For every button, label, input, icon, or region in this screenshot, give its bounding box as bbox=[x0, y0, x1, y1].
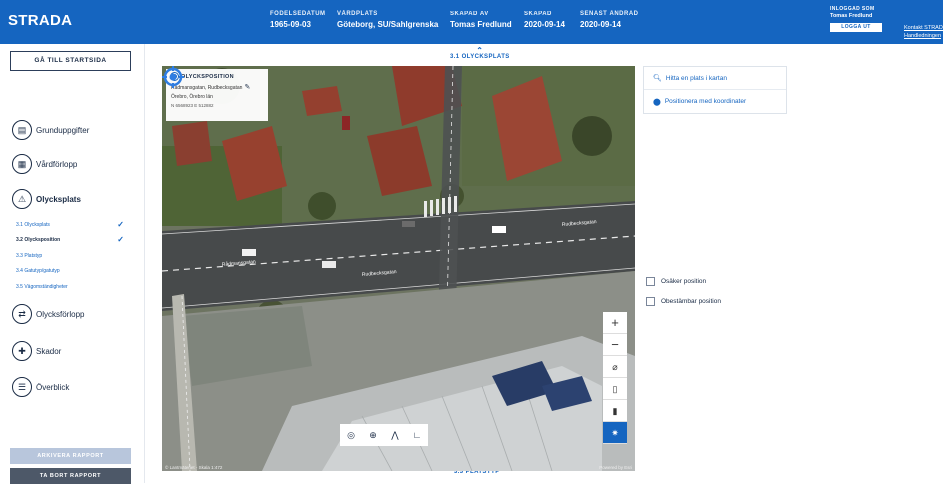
undeterminable-position-checkbox[interactable] bbox=[646, 297, 655, 306]
sidebar-item-label: Överblick bbox=[36, 382, 70, 392]
sub-item-vagomstandigheter[interactable]: 3.5 Vägomständigheter bbox=[16, 284, 124, 290]
manual-link[interactable]: Handledningen bbox=[904, 32, 943, 40]
edit-icon[interactable]: ✎ bbox=[244, 84, 250, 91]
login-label: INLOGGAD SOM bbox=[830, 6, 875, 12]
map-view[interactable]: Rådmansgatan Rudbecksgatan Rudbecksgatan… bbox=[162, 66, 635, 471]
contact-link[interactable]: Kontakt STRADA bbox=[904, 24, 943, 32]
position-coords-button[interactable]: ⬤ Positionera med koordinater bbox=[644, 90, 786, 113]
basemap-icon[interactable]: ▮ bbox=[603, 400, 627, 422]
sub-item-label: 3.1 Olycksplats bbox=[16, 222, 50, 228]
sub-item-label: 3.4 Gatutyp/gatutyp bbox=[16, 268, 60, 274]
header-field-created-by: SKAPAD AV Tomas Fredlund bbox=[450, 11, 512, 29]
header-field-birthdate: FÖDELSEDATUM 1965-09-03 bbox=[270, 11, 326, 29]
location-card-title: OLYCKSPOSITION bbox=[171, 73, 263, 80]
archive-report-button[interactable]: ARKIVERA RAPPORT bbox=[10, 448, 131, 464]
chevron-up-icon: ⌃ bbox=[476, 46, 484, 55]
header-field-value: Tomas Fredlund bbox=[450, 20, 512, 29]
sidebar-item-label: Vårdförlopp bbox=[36, 159, 78, 169]
measure-icon[interactable]: ∟ bbox=[406, 424, 428, 446]
header-field-last-changed: SENAST ÄNDRAD 2020-09-14 bbox=[580, 11, 639, 29]
check-icon: ✓ bbox=[117, 235, 124, 244]
zoom-out-button[interactable]: − bbox=[603, 334, 627, 356]
header-field-label: FÖDELSEDATUM bbox=[270, 11, 326, 17]
section-prev-link[interactable]: ⌃ 3.1 OLYCKSPLATS bbox=[450, 46, 510, 61]
uncertain-position-label: Osäker position bbox=[661, 278, 707, 285]
sub-item-label: 3.5 Vägomständigheter bbox=[16, 284, 68, 290]
find-place-label: Hitta en plats i kartan bbox=[665, 74, 727, 82]
header-field-created: SKAPAD 2020-09-14 bbox=[524, 11, 565, 29]
injury-icon: ✚ bbox=[12, 341, 32, 361]
sub-item-label: 3.3 Platstyp bbox=[16, 253, 43, 259]
app-header: STRADA FÖDELSEDATUM 1965-09-03 VÅRDPLATS… bbox=[0, 0, 943, 44]
header-field-value: 2020-09-14 bbox=[524, 20, 565, 29]
sidebar-item-skador[interactable]: ✚ Skador bbox=[12, 340, 61, 362]
app-brand[interactable]: STRADA bbox=[8, 12, 72, 29]
map-tools-card: 🔍︎ Hitta en plats i kartan ⬤ Positionera… bbox=[643, 66, 787, 114]
map-bottom-toolbar: ◎ ⊕ ⋀ ∟ bbox=[340, 424, 428, 446]
sub-item-olycksplats[interactable]: 3.1 Olycksplats ✓ bbox=[16, 220, 124, 229]
road-icon[interactable]: ⋀ bbox=[384, 424, 406, 446]
uncertain-position-option[interactable]: Osäker position bbox=[646, 277, 706, 286]
header-field-value: 2020-09-14 bbox=[580, 20, 621, 29]
sidebar: GÅ TILL STARTSIDA ▤ Grunduppgifter ▦ Vår… bbox=[0, 44, 145, 484]
accident-place-icon: ⚠ bbox=[12, 189, 32, 209]
sidebar-item-label: Grunduppgifter bbox=[36, 125, 90, 135]
sidebar-item-vardforlopp[interactable]: ▦ Vårdförlopp bbox=[12, 153, 77, 175]
hospital-icon: ▦ bbox=[12, 154, 32, 174]
delete-report-button[interactable]: TA BORT RAPPORT bbox=[10, 468, 131, 484]
section-prev-label: 3.1 OLYCKSPLATS bbox=[450, 54, 510, 60]
header-field-value: 1965-09-03 bbox=[270, 20, 311, 29]
sidebar-item-overblick[interactable]: ☰ Överblick bbox=[12, 376, 69, 398]
find-place-button[interactable]: 🔍︎ Hitta en plats i kartan bbox=[644, 67, 786, 90]
sidebar-item-label: Skador bbox=[36, 346, 62, 356]
sidebar-item-label: Olycksplats bbox=[36, 194, 81, 204]
location-city: Örebro, Örebro län bbox=[171, 94, 213, 100]
uncertain-position-checkbox[interactable] bbox=[646, 277, 655, 286]
sub-item-label: 3.2 Olycksposition bbox=[16, 237, 61, 243]
header-field-label: VÅRDPLATS bbox=[337, 11, 378, 17]
sidebar-item-grunduppgifter[interactable]: ▤ Grunduppgifter bbox=[12, 119, 89, 141]
go-to-start-button[interactable]: GÅ TILL STARTSIDA bbox=[10, 51, 131, 71]
settings-icon[interactable]: ✷ bbox=[603, 422, 627, 444]
zoom-in-button[interactable]: + bbox=[603, 312, 627, 334]
undeterminable-position-option[interactable]: Obestämbar position bbox=[646, 297, 721, 306]
sub-item-platstyp[interactable]: 3.3 Platstyp bbox=[16, 253, 124, 259]
header-field-label: SENAST ÄNDRAD bbox=[580, 11, 639, 17]
hide-layer-icon[interactable]: ⌀ bbox=[603, 356, 627, 378]
location-coords: N 6568923 E 512882 bbox=[171, 103, 214, 108]
map-controls: + − ⌀ ▯ ▮ ✷ bbox=[603, 312, 627, 444]
document-icon: ▤ bbox=[12, 120, 32, 140]
overview-icon: ☰ bbox=[12, 377, 32, 397]
sub-item-gatutyp[interactable]: 3.4 Gatutyp/gatutyp bbox=[16, 268, 124, 274]
search-icon: 🔍︎ bbox=[653, 75, 662, 82]
pin-icon: ⬤ bbox=[653, 98, 661, 106]
position-marker-icon[interactable] bbox=[162, 66, 184, 88]
position-coords-label: Positionera med koordinater bbox=[664, 98, 747, 105]
undeterminable-position-label: Obestämbar position bbox=[661, 298, 721, 305]
map-attribution: © Lantmäteriet - Skala 1:472 bbox=[165, 465, 223, 470]
sidebar-item-label: Olycksförlopp bbox=[36, 309, 85, 319]
sidebar-item-olycksforlopp[interactable]: ⇄ Olycksförlopp bbox=[12, 303, 84, 325]
sidebar-item-olycksplats[interactable]: ⚠ Olycksplats bbox=[12, 188, 81, 210]
location-card-title-text: OLYCKSPOSITION bbox=[181, 73, 234, 80]
header-field-label: SKAPAD bbox=[524, 11, 552, 17]
login-user: Tomas Fredlund bbox=[830, 13, 873, 19]
location-address-row: Rådmansgatan, Rudbecksgatan ✎ bbox=[171, 83, 263, 91]
locate-icon[interactable]: ◎ bbox=[340, 424, 362, 446]
login-info: INLOGGAD SOM Tomas Fredlund LOGGA UT bbox=[830, 6, 902, 32]
logout-button[interactable]: LOGGA UT bbox=[830, 23, 882, 32]
search-icon[interactable]: ⊕ bbox=[362, 424, 384, 446]
map-icon[interactable]: ▯ bbox=[603, 378, 627, 400]
sub-item-olycksposition[interactable]: 3.2 Olycksposition ✓ bbox=[16, 235, 124, 244]
check-icon: ✓ bbox=[117, 220, 124, 229]
map-aerial-image: Rådmansgatan Rudbecksgatan Rudbecksgatan bbox=[162, 66, 635, 471]
header-field-label: SKAPAD AV bbox=[450, 11, 489, 17]
header-field-value: Göteborg, SU/Sahlgrenska bbox=[337, 20, 439, 29]
map-powered-by: Powered by Esri bbox=[599, 465, 632, 470]
crash-icon: ⇄ bbox=[12, 304, 32, 324]
header-field-careplace: VÅRDPLATS Göteborg, SU/Sahlgrenska bbox=[337, 11, 438, 29]
header-links: Kontakt STRADA Handledningen bbox=[904, 24, 943, 40]
